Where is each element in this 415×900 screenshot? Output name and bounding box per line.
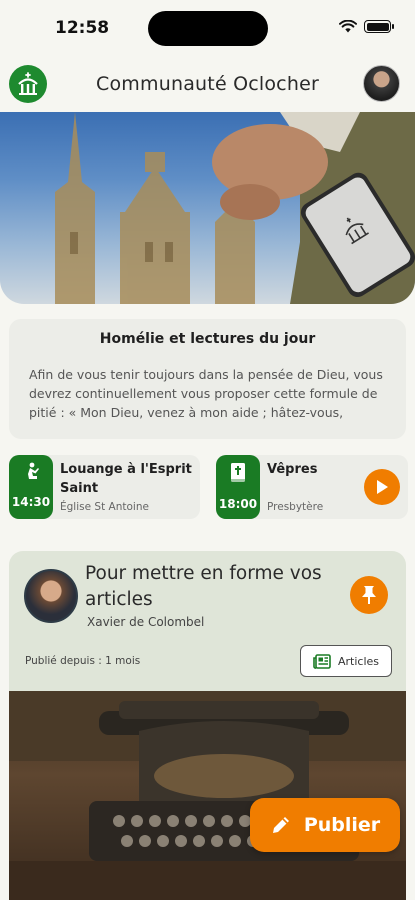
post-published-date: Publié depuis : 1 mois xyxy=(25,655,141,667)
event-place: Église St Antoine xyxy=(60,501,149,513)
pin-button[interactable] xyxy=(350,576,388,614)
battery-level xyxy=(366,22,389,31)
status-bar: 12:58 xyxy=(0,0,415,56)
articles-label: Articles xyxy=(337,654,380,668)
newspaper-icon xyxy=(313,653,331,669)
post-author: Xavier de Colombel xyxy=(87,615,205,629)
hero-image xyxy=(0,112,415,304)
event-place: Presbytère xyxy=(267,501,324,513)
event-time: 14:30 xyxy=(11,495,51,509)
homily-title: Homélie et lectures du jour xyxy=(99,331,316,347)
event-time-badge: 18:00 xyxy=(216,455,260,519)
app-title: Communauté Oclocher xyxy=(96,73,319,95)
bible-icon xyxy=(231,463,245,482)
publish-button[interactable]: Publier xyxy=(250,798,400,852)
homily-text: Afin de vous tenir toujours dans la pens… xyxy=(29,367,383,420)
event-card[interactable]: 14:30 Louange à l'Esprit Saint Église St… xyxy=(9,455,200,519)
dynamic-island xyxy=(148,11,268,46)
articles-button[interactable]: Articles xyxy=(300,645,392,677)
homily-card[interactable]: Homélie et lectures du jour Afin de vous… xyxy=(9,319,406,439)
church-icon[interactable] xyxy=(9,65,47,103)
play-button[interactable] xyxy=(364,469,400,505)
wifi-icon xyxy=(339,20,357,33)
post-image[interactable] xyxy=(9,691,406,900)
event-time-badge: 14:30 xyxy=(9,455,53,519)
event-card[interactable]: 18:00 Vêpres Presbytère xyxy=(216,455,408,519)
app-header: Communauté Oclocher xyxy=(0,62,415,108)
pencil-icon xyxy=(272,817,289,833)
kneeling-prayer-icon xyxy=(28,462,39,479)
status-time: 12:58 xyxy=(55,18,110,38)
play-icon xyxy=(377,480,388,494)
publish-label: Publier xyxy=(303,814,381,836)
post-title: Pour mettre en forme vos articles xyxy=(85,563,322,610)
author-avatar[interactable] xyxy=(24,569,78,623)
user-avatar[interactable] xyxy=(363,65,400,102)
battery-icon xyxy=(364,20,394,33)
pin-icon xyxy=(362,586,376,604)
event-time: 18:00 xyxy=(218,497,258,511)
event-title: Louange à l'Esprit Saint xyxy=(60,462,192,496)
status-icons xyxy=(339,20,394,33)
